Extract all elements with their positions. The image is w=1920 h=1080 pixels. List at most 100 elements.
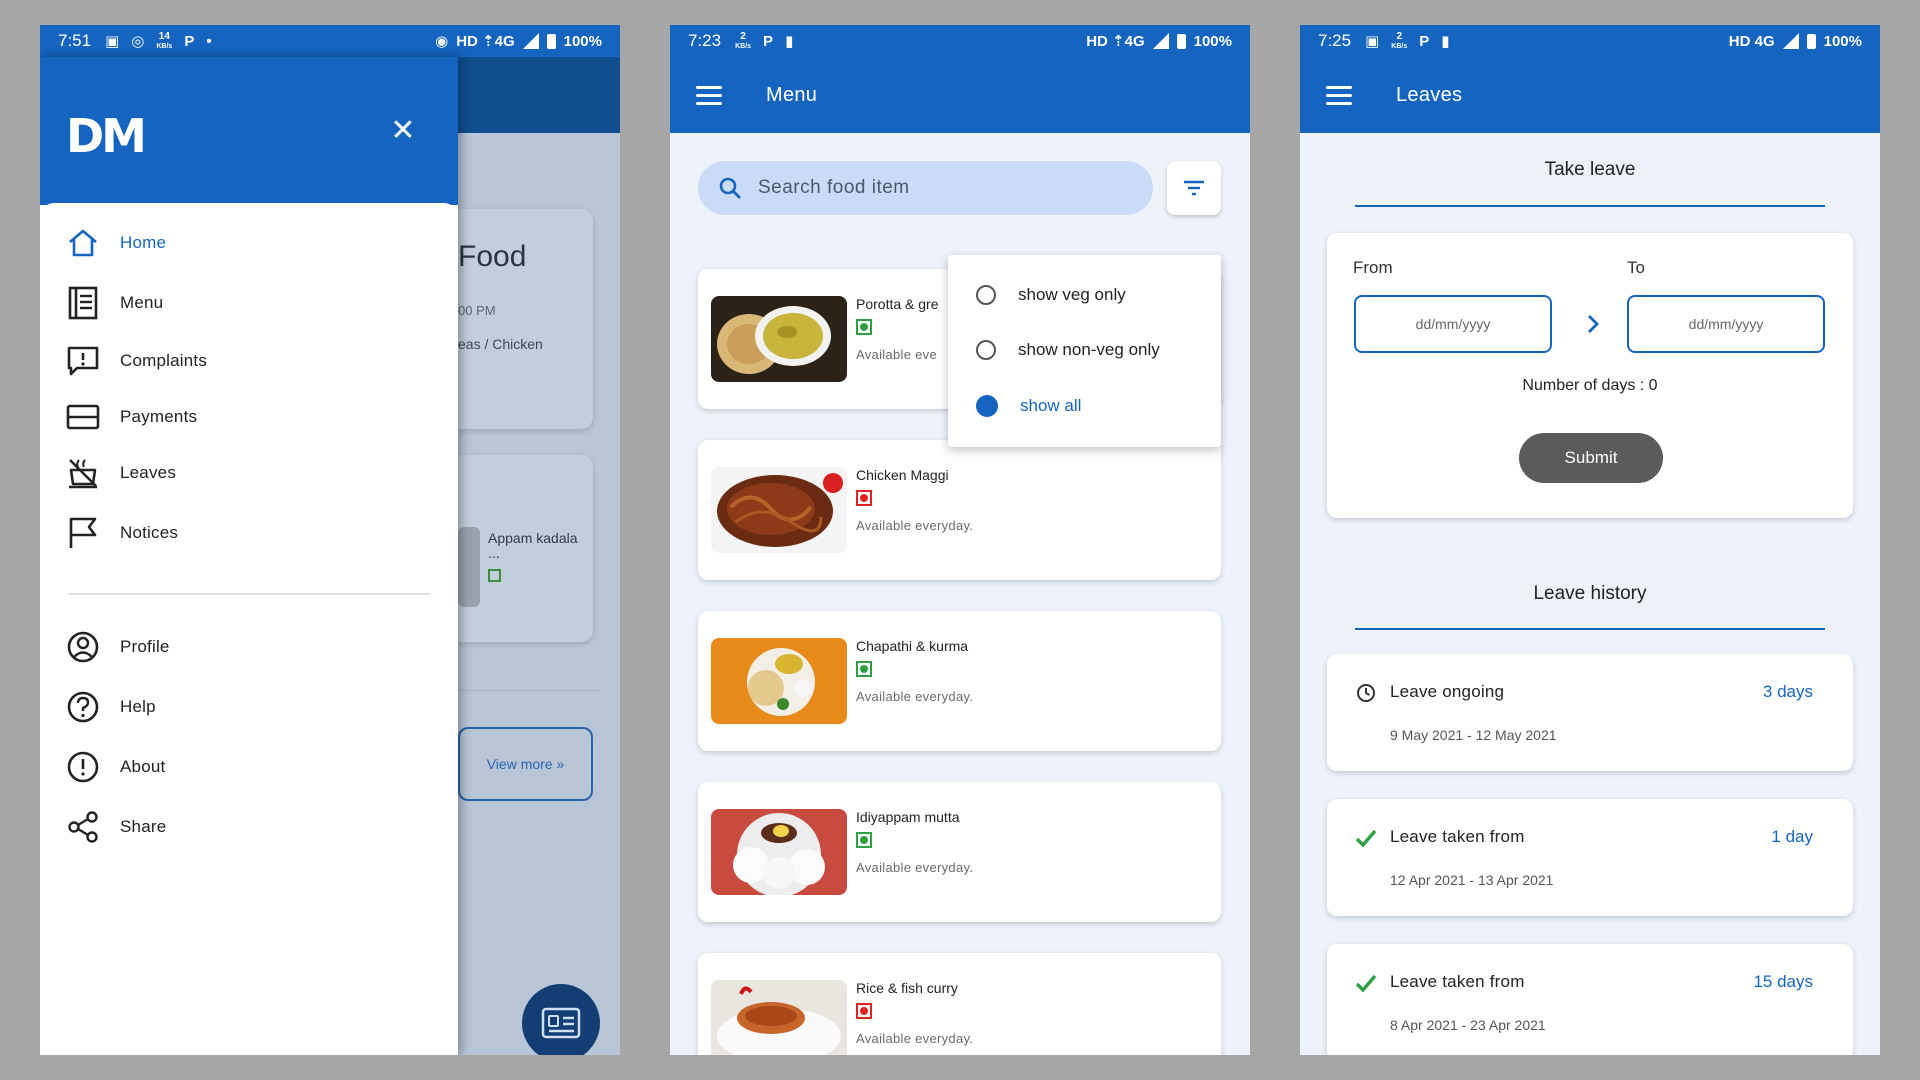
hamburger-menu-button[interactable] <box>1326 85 1352 105</box>
filter-option-veg[interactable]: show veg only <box>976 285 1126 305</box>
nav-item-about[interactable]: About <box>66 747 165 787</box>
veg-mark <box>488 569 501 582</box>
nav-label-profile: Profile <box>120 637 170 656</box>
battery-percent: 100% <box>1823 32 1862 50</box>
signal-icon <box>522 33 539 49</box>
food-card[interactable]: Chapathi & kurma Available everyday. <box>698 611 1221 751</box>
food-availability: Available everyday. <box>856 689 974 704</box>
food-availability: Available eve <box>856 347 937 362</box>
submit-button[interactable]: Submit <box>1519 433 1663 483</box>
leave-history-card[interactable]: Leave taken from 1 day 12 Apr 2021 - 13 … <box>1327 799 1853 916</box>
leaves-content: Take leave From To dd/mm/yyyy dd/mm/yyyy… <box>1300 133 1880 1055</box>
nav-item-home[interactable]: Home <box>66 223 166 263</box>
leave-history-card[interactable]: Leave ongoing 3 days 9 May 2021 - 12 May… <box>1327 654 1853 771</box>
speed-unit: KB/s <box>1391 42 1408 50</box>
menu-book-icon <box>68 286 98 320</box>
leave-history-card[interactable]: Leave taken from 15 days 8 Apr 2021 - 23… <box>1327 944 1853 1055</box>
parking-icon: P <box>763 32 774 50</box>
nav-label-home: Home <box>120 233 167 252</box>
leave-status: Leave ongoing <box>1390 682 1505 701</box>
leave-status: Leave taken from <box>1390 972 1525 991</box>
filter-option-label: show all <box>1020 396 1082 415</box>
food-card[interactable]: Rice & fish curry Available everyday. <box>698 953 1221 1055</box>
flag-icon <box>69 517 97 548</box>
nav-label-help: Help <box>120 697 156 716</box>
drawer-divider <box>68 593 430 595</box>
food-card[interactable]: Chicken Maggi Available everyday. <box>698 440 1221 580</box>
image-icon: ▣ <box>105 33 120 50</box>
status-time: 7:51 <box>58 31 92 50</box>
food-name: Chicken Maggi <box>856 467 949 483</box>
close-drawer-button[interactable]: ✕ <box>385 113 421 149</box>
food-name: Porotta & gre <box>856 296 939 312</box>
food-name: Chapathi & kurma <box>856 638 969 654</box>
status-right: ◉ HD ⇡4G 100% <box>435 32 602 51</box>
nav-label-notices: Notices <box>120 523 179 542</box>
battery-icon <box>1176 33 1186 49</box>
filter-dropdown: show veg only show non-veg only show all <box>948 255 1221 447</box>
status-time: 7:25 <box>1318 31 1352 50</box>
share-icon <box>68 811 98 843</box>
signal-icon <box>1782 33 1799 49</box>
status-bar: 7:51 ▣ ◎ 14 KB/s P • ◉ HD ⇡4G 100% <box>40 25 620 57</box>
nav-item-payments[interactable]: Payments <box>66 397 197 437</box>
non-veg-mark <box>856 1003 872 1019</box>
take-leave-form: From To dd/mm/yyyy dd/mm/yyyy Number of … <box>1327 233 1853 518</box>
nav-item-share[interactable]: Share <box>66 807 166 847</box>
help-icon <box>67 691 99 723</box>
nav-item-profile[interactable]: Profile <box>66 627 170 667</box>
veg-mark <box>856 832 872 848</box>
filter-option-label: show non-veg only <box>1018 340 1160 359</box>
food-availability: Available everyday. <box>856 860 974 875</box>
app-bar: Menu <box>670 57 1250 133</box>
leave-days: 1 day <box>1771 827 1813 846</box>
hamburger-menu-button[interactable] <box>696 85 722 105</box>
take-leave-title: Take leave <box>1544 159 1636 180</box>
status-right: HD 4G 100% <box>1729 33 1862 50</box>
id-card-fab[interactable] <box>522 984 600 1055</box>
view-more-button[interactable]: View more » <box>458 727 593 801</box>
to-date-input[interactable]: dd/mm/yyyy <box>1627 295 1825 353</box>
battery-icon <box>546 33 556 49</box>
nav-label-complaints: Complaints <box>120 351 208 370</box>
nav-item-menu[interactable]: Menu <box>66 283 163 323</box>
leave-days: 15 days <box>1753 972 1813 991</box>
close-icon: ✕ <box>390 114 416 147</box>
search-bar[interactable]: Search food item <box>698 161 1153 215</box>
filter-option-non-veg[interactable]: show non-veg only <box>976 340 1160 360</box>
food-image-chapathi <box>711 638 847 724</box>
chevron-right-icon <box>1588 315 1599 333</box>
food-image-rice-fish <box>711 980 847 1055</box>
status-bar: 7:23 2 KB/s P ▮ HD ⇡4G 100% <box>670 25 1250 57</box>
search-input[interactable]: Search food item <box>758 177 910 199</box>
nav-item-complaints[interactable]: Complaints <box>66 341 207 381</box>
parking-icon: P <box>184 32 195 50</box>
leave-date-range: 9 May 2021 - 12 May 2021 <box>1390 727 1557 743</box>
leave-date-range: 12 Apr 2021 - 13 Apr 2021 <box>1390 872 1554 888</box>
whatsapp-icon: ◎ <box>131 33 145 50</box>
nav-label-payments: Payments <box>120 407 198 426</box>
page-title: Leaves <box>1396 83 1463 106</box>
filter-button[interactable] <box>1167 161 1221 215</box>
status-right: HD ⇡4G 100% <box>1086 32 1232 51</box>
background-card-desc: eas / Chicken <box>458 336 543 352</box>
clock-icon <box>1357 684 1375 702</box>
filter-option-all[interactable]: show all <box>976 395 1081 417</box>
hotspot-icon: ◉ <box>435 33 449 50</box>
number-of-days: Number of days : 0 <box>1522 377 1658 394</box>
page-title: Menu <box>766 83 818 106</box>
background-card-time: 00 PM <box>458 303 496 318</box>
speed-value: 14 <box>158 30 170 42</box>
section-underline <box>1355 205 1825 207</box>
food-card[interactable]: Idiyappam mutta Available everyday. <box>698 782 1221 922</box>
nav-item-leaves[interactable]: Leaves <box>66 453 176 493</box>
nav-item-help[interactable]: Help <box>66 687 156 727</box>
dot-icon: • <box>206 32 212 50</box>
background-card-title: Food <box>458 240 527 273</box>
check-icon <box>1355 829 1377 848</box>
from-date-input[interactable]: dd/mm/yyyy <box>1354 295 1552 353</box>
parking-icon: P <box>1419 32 1430 50</box>
network-type: HD 4G <box>1728 32 1775 50</box>
food-availability: Available everyday. <box>856 1031 974 1046</box>
nav-item-notices[interactable]: Notices <box>66 513 178 553</box>
